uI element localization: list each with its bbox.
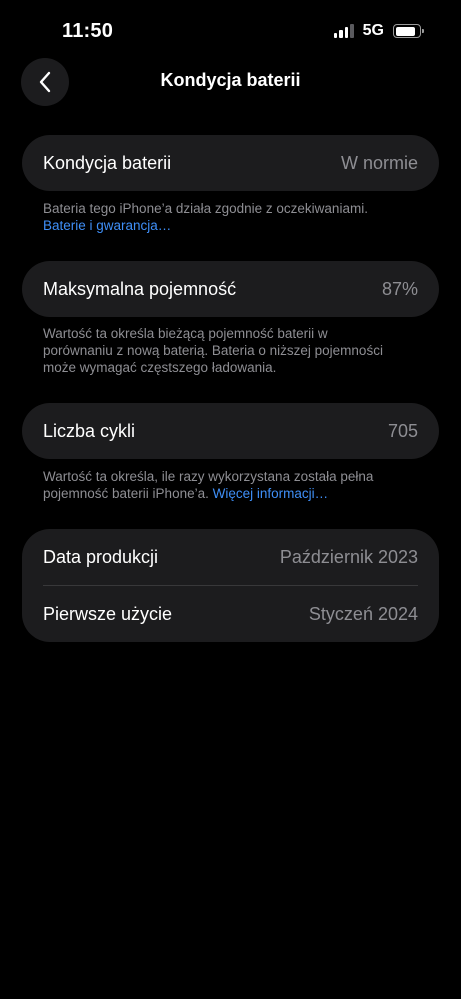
max-capacity-footnote: Wartość ta określa bieżącą pojemność bat… bbox=[43, 326, 383, 375]
battery-icon bbox=[393, 24, 424, 38]
battery-health-label: Kondycja baterii bbox=[43, 152, 172, 173]
first-use-value: Styczeń 2024 bbox=[308, 603, 418, 624]
cycle-count-row: Liczba cykli 705 bbox=[22, 403, 439, 459]
cycle-count-card: Liczba cykli 705 bbox=[22, 403, 439, 459]
max-capacity-label: Maksymalna pojemność bbox=[43, 278, 237, 299]
first-use-label: Pierwsze użycie bbox=[43, 603, 173, 624]
dates-card: Data produkcji Październik 2023 Pierwsze… bbox=[22, 529, 439, 642]
max-capacity-value: 87% bbox=[381, 278, 418, 299]
page-title: Kondycja baterii bbox=[160, 70, 301, 90]
battery-cap bbox=[422, 29, 424, 33]
first-use-row: Pierwsze użycie Styczeń 2024 bbox=[22, 586, 439, 642]
network-type: 5G bbox=[362, 22, 384, 39]
batteries-warranty-link[interactable]: Baterie i gwarancja… bbox=[43, 218, 171, 233]
battery-health-row: Kondycja baterii W normie bbox=[22, 135, 439, 191]
signal-bar bbox=[333, 33, 338, 38]
manufacture-date-label: Data produkcji bbox=[43, 546, 159, 567]
signal-bar bbox=[339, 30, 343, 38]
manufacture-date-value: Październik 2023 bbox=[279, 546, 418, 567]
max-capacity-row: Maksymalna pojemność 87% bbox=[22, 261, 439, 317]
battery-level-fill bbox=[395, 26, 416, 36]
cycle-count-value: 705 bbox=[387, 420, 418, 441]
battery-health-value: W normie bbox=[340, 152, 418, 173]
battery-health-screen: 11:50 5G Kondycja baterii Kondycja bater… bbox=[0, 0, 461, 999]
status-indicators: 5G bbox=[333, 22, 424, 40]
signal-bar bbox=[350, 24, 354, 38]
battery-health-card: Kondycja baterii W normie bbox=[22, 135, 439, 191]
manufacture-date-row: Data produkcji Październik 2023 bbox=[22, 529, 439, 585]
signal-bar bbox=[344, 27, 349, 38]
cellular-signal-icon bbox=[333, 24, 354, 38]
battery-health-footnote: Bateria tego iPhone’a działa zgodnie z o… bbox=[43, 200, 428, 234]
cycle-count-label: Liczba cykli bbox=[43, 420, 136, 441]
cycle-count-footnote: Wartość ta określa, ile razy wykorzystan… bbox=[43, 468, 428, 502]
status-time: 11:50 bbox=[62, 20, 114, 42]
more-info-link[interactable]: Więcej informacji… bbox=[213, 486, 329, 501]
battery-health-footnote-text: Bateria tego iPhone’a działa zgodnie z o… bbox=[43, 201, 368, 216]
max-capacity-card: Maksymalna pojemność 87% bbox=[22, 261, 439, 317]
